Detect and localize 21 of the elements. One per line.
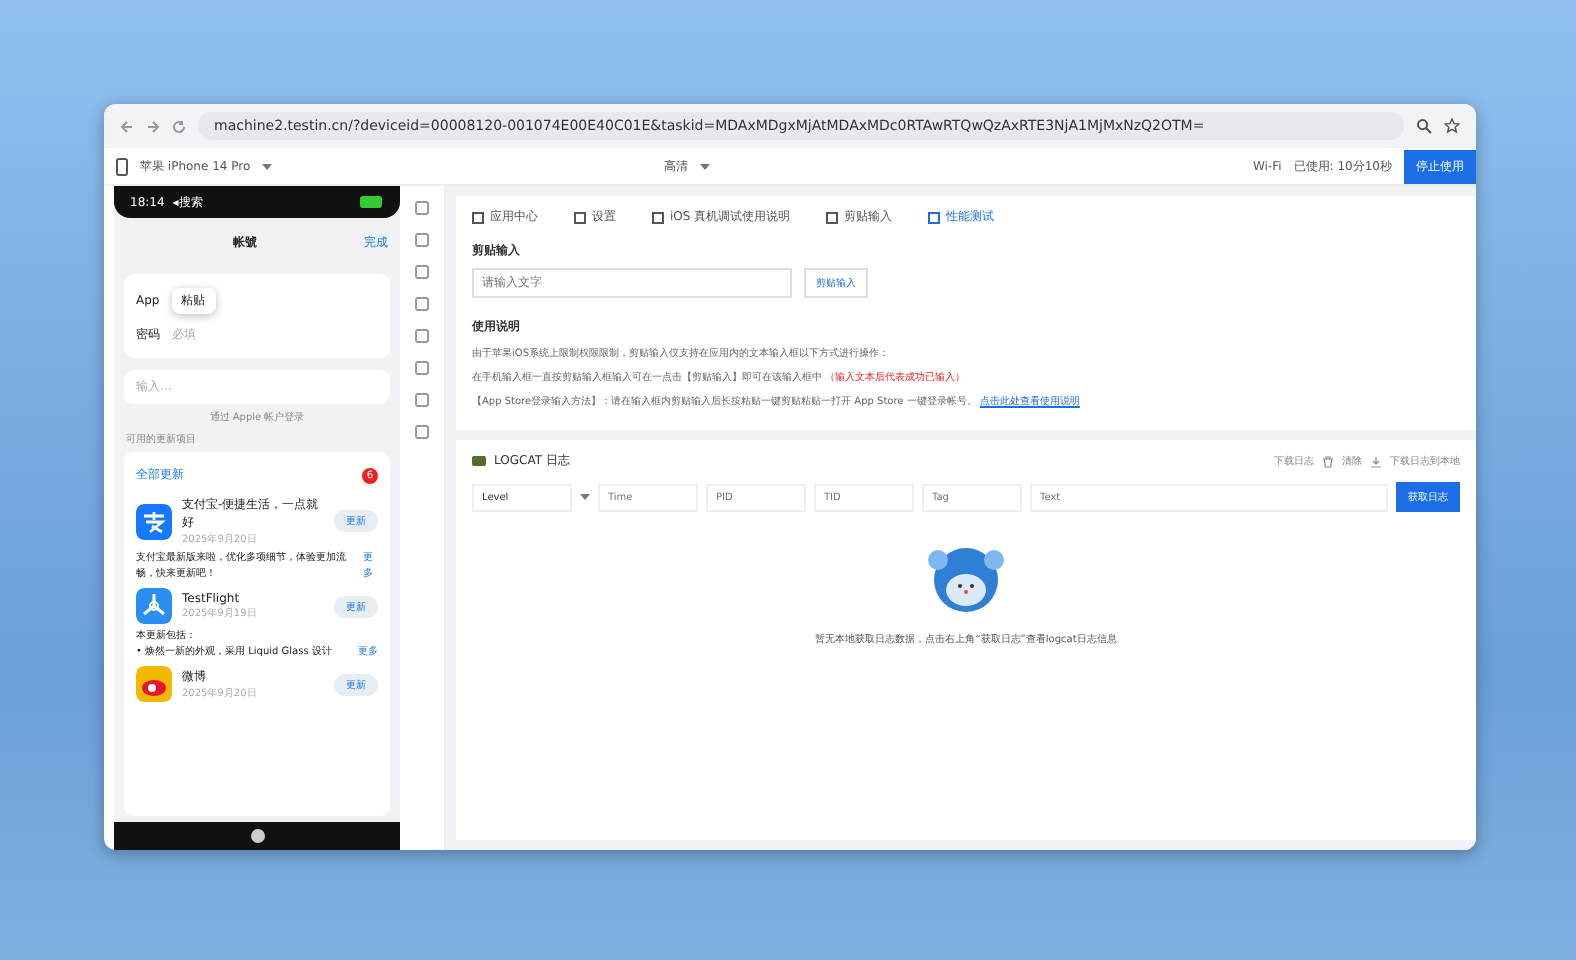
square-icon (472, 211, 484, 223)
back-icon[interactable] (120, 119, 134, 133)
square-icon (652, 211, 664, 223)
propeller-icon (136, 588, 172, 624)
square-icon (574, 211, 586, 223)
eye-logo-icon (136, 666, 172, 702)
phone-icon (116, 157, 128, 175)
trash-icon[interactable] (1322, 455, 1334, 467)
star-icon[interactable] (1444, 118, 1460, 134)
download-icon[interactable] (1370, 455, 1382, 467)
square-icon (826, 211, 839, 223)
caret-icon[interactable] (580, 494, 590, 500)
reload-icon[interactable] (172, 119, 186, 133)
caret-icon[interactable] (700, 163, 711, 169)
square-icon (928, 211, 941, 223)
battery-icon (360, 196, 384, 208)
forward-icon[interactable] (146, 119, 160, 133)
search-icon[interactable] (1416, 118, 1432, 134)
alipay-icon (136, 503, 172, 539)
caret-icon[interactable] (262, 163, 273, 169)
home-button-icon[interactable] (249, 828, 265, 844)
